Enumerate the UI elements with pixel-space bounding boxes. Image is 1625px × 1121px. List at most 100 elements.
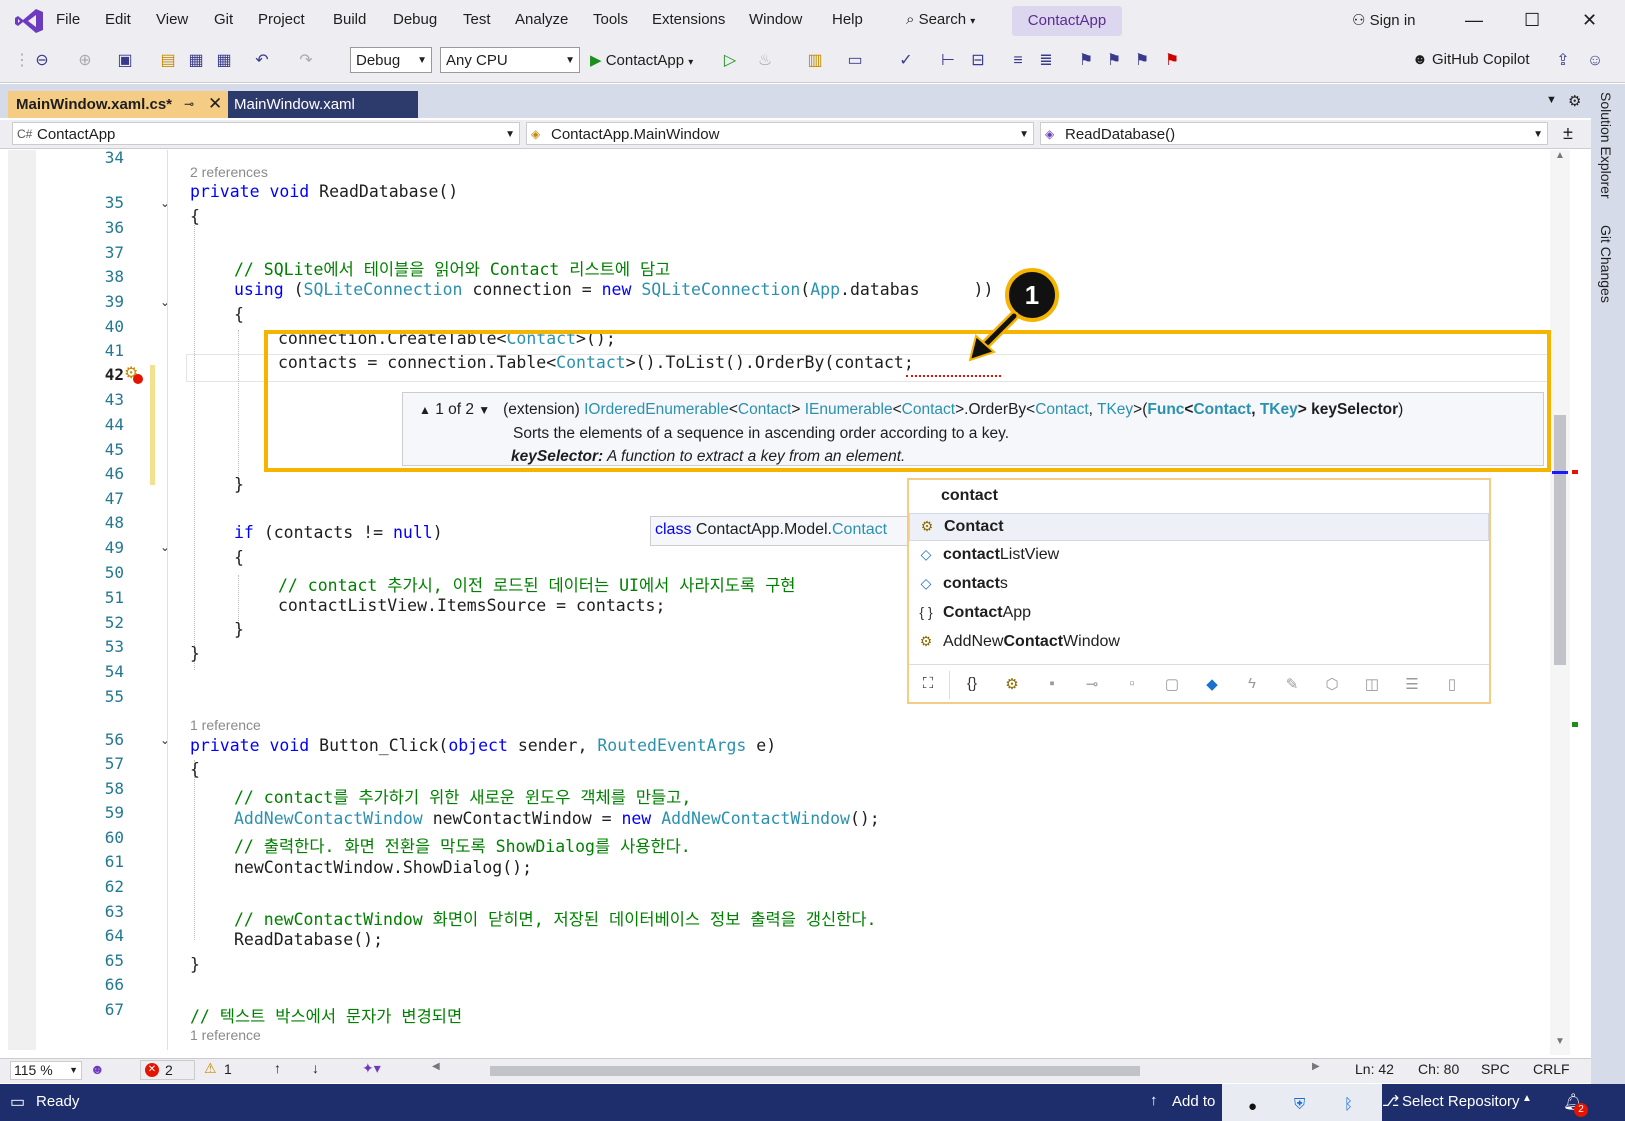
- security-shield-icon[interactable]: ⛨: [1294, 1096, 1305, 1113]
- scroll-down-icon[interactable]: ▼: [1555, 1036, 1565, 1047]
- field-filter-icon[interactable]: ◆: [1201, 675, 1223, 695]
- line-indicator[interactable]: Ln: 42: [1355, 1061, 1394, 1077]
- error-count-button[interactable]: ✕ 2: [140, 1060, 195, 1080]
- next-bookmark-icon[interactable]: ⚑: [1132, 51, 1152, 71]
- menu-window[interactable]: Window: [749, 11, 802, 28]
- maximize-button[interactable]: ☐: [1524, 10, 1540, 31]
- split-window-icon[interactable]: ±: [1563, 123, 1573, 144]
- outline-icon[interactable]: ⊟: [968, 51, 988, 71]
- git-changes-tab[interactable]: Git Changes: [1598, 225, 1614, 303]
- prev-bookmark-icon[interactable]: ⚑: [1104, 51, 1124, 71]
- completion-item[interactable]: ⚙ AddNewContactWindow: [909, 629, 1489, 657]
- bluetooth-icon[interactable]: ᛒ: [1344, 1096, 1353, 1113]
- completion-item[interactable]: ◇ contacts: [909, 571, 1489, 599]
- spell-check-icon[interactable]: ✓: [896, 51, 916, 71]
- warning-count[interactable]: 1: [224, 1061, 232, 1077]
- save-all-icon[interactable]: ▦: [214, 51, 234, 71]
- menu-test[interactable]: Test: [463, 11, 491, 28]
- start-debugging-button[interactable]: ▶ ContactApp ▾: [590, 51, 693, 69]
- code-cleanup-icon[interactable]: ✦▾: [362, 1060, 381, 1077]
- sign-in-button[interactable]: ⚇ Sign in: [1352, 11, 1416, 29]
- extension-filter-icon[interactable]: ◫: [1361, 675, 1383, 695]
- codelens-references[interactable]: 1 reference: [190, 1027, 261, 1043]
- delegate-filter-icon[interactable]: ▢: [1161, 675, 1183, 695]
- menu-debug[interactable]: Debug: [393, 11, 437, 28]
- hot-reload-icon[interactable]: ♨: [755, 51, 775, 71]
- tab-mainwindow-xaml[interactable]: MainWindow.xaml: [228, 91, 418, 118]
- namespace-filter-icon[interactable]: {}: [961, 675, 983, 695]
- platform-select[interactable]: Any CPU ▼: [440, 47, 580, 73]
- horizontal-scrollbar-thumb[interactable]: [490, 1066, 1140, 1076]
- forward-icon[interactable]: ⊕: [75, 51, 95, 71]
- collapse-icon[interactable]: ⌄: [160, 196, 170, 210]
- clear-bookmarks-icon[interactable]: ⚑: [1162, 51, 1182, 71]
- copilot-icon[interactable]: ☻: [90, 1061, 105, 1077]
- next-issue-icon[interactable]: ↓: [312, 1060, 319, 1076]
- search-box[interactable]: ⌕ Search ▾: [906, 11, 975, 28]
- feedback-icon[interactable]: ☺: [1585, 51, 1605, 71]
- completion-item-selected[interactable]: ⚙ Contact: [909, 513, 1489, 541]
- menu-git[interactable]: Git: [214, 11, 233, 28]
- scroll-up-icon[interactable]: ▲: [1555, 150, 1565, 161]
- interface-filter-icon[interactable]: ⊸: [1081, 675, 1103, 695]
- completion-item[interactable]: { } ContactApp: [909, 600, 1489, 628]
- add-to-source-control[interactable]: Add to: [1172, 1093, 1215, 1110]
- collapse-icon[interactable]: ⌄: [160, 540, 170, 554]
- menu-extensions[interactable]: Extensions: [652, 11, 725, 28]
- type-nav-select[interactable]: ◈ ContactApp.MainWindow ▼: [526, 122, 1034, 145]
- scroll-right-icon[interactable]: ▶: [1312, 1061, 1320, 1072]
- indent-mode-indicator[interactable]: SPC: [1481, 1061, 1510, 1077]
- menu-analyze[interactable]: Analyze: [515, 11, 568, 28]
- keyword-filter-icon[interactable]: ☰: [1401, 675, 1423, 695]
- solution-explorer-tab[interactable]: Solution Explorer: [1598, 92, 1614, 199]
- collapse-icon[interactable]: ⌄: [160, 295, 170, 309]
- redo-icon[interactable]: ↷: [296, 51, 316, 71]
- menu-tools[interactable]: Tools: [593, 11, 628, 28]
- collapse-icon[interactable]: ⌄: [160, 733, 170, 747]
- bookmark-icon[interactable]: ⚑: [1076, 51, 1096, 71]
- tab-overflow-icon[interactable]: ▼: [1546, 94, 1557, 106]
- zoom-select[interactable]: 115 % ▼: [10, 1061, 82, 1080]
- codelens-references[interactable]: 2 references: [190, 164, 268, 180]
- class-filter-icon[interactable]: ⚙: [1001, 675, 1023, 695]
- settings-gear-icon[interactable]: ⚙: [1568, 92, 1581, 110]
- codelens-references[interactable]: 1 reference: [190, 717, 261, 733]
- project-nav-select[interactable]: C# ContactApp ▼: [12, 122, 520, 145]
- window-layout-icon[interactable]: ▭: [845, 51, 865, 71]
- member-nav-select[interactable]: ◈ ReadDatabase() ▼: [1040, 122, 1548, 145]
- method-filter-icon[interactable]: ⬡: [1321, 675, 1343, 695]
- github-copilot-button[interactable]: ☻ GitHub Copilot: [1412, 51, 1530, 68]
- comment-icon[interactable]: ≡: [1008, 51, 1028, 71]
- struct-filter-icon[interactable]: ▪: [1041, 675, 1063, 695]
- format-icon[interactable]: ⊢: [938, 51, 958, 71]
- vertical-scrollbar-thumb[interactable]: [1554, 415, 1566, 665]
- solution-explorer-icon[interactable]: ▥: [805, 51, 825, 71]
- undo-icon[interactable]: ↶: [252, 51, 272, 71]
- previous-issue-icon[interactable]: ↑: [274, 1060, 281, 1076]
- start-without-debugging-icon[interactable]: ▷: [720, 51, 740, 71]
- chat-icon[interactable]: ●: [1248, 1098, 1257, 1115]
- close-button[interactable]: ✕: [1582, 10, 1597, 31]
- back-icon[interactable]: ⊖: [32, 51, 52, 71]
- project-name-chip[interactable]: ContactApp: [1012, 6, 1122, 36]
- share-icon[interactable]: ⇪: [1553, 51, 1573, 71]
- new-project-icon[interactable]: ▣: [115, 51, 135, 71]
- expand-filter-icon[interactable]: ⛶: [917, 675, 939, 695]
- snippet-filter-icon[interactable]: ▯: [1441, 675, 1463, 695]
- menu-project[interactable]: Project: [258, 11, 305, 28]
- menu-help[interactable]: Help: [832, 11, 863, 28]
- line-ending-indicator[interactable]: CRLF: [1533, 1061, 1570, 1077]
- property-filter-icon[interactable]: ✎: [1281, 675, 1303, 695]
- completion-item[interactable]: ◇ contactListView: [909, 542, 1489, 570]
- column-indicator[interactable]: Ch: 80: [1418, 1061, 1459, 1077]
- add-to-source-control-icon[interactable]: ↑: [1150, 1092, 1158, 1109]
- configuration-select[interactable]: Debug ▼: [350, 47, 432, 73]
- menu-file[interactable]: File: [56, 11, 80, 28]
- menu-build[interactable]: Build: [333, 11, 366, 28]
- event-filter-icon[interactable]: ϟ: [1241, 675, 1263, 695]
- tab-mainwindow-xaml-cs[interactable]: MainWindow.xaml.cs* ⊸ ✕: [8, 91, 228, 118]
- pin-icon[interactable]: ⊸: [184, 97, 194, 111]
- close-tab-icon[interactable]: ✕: [208, 94, 222, 114]
- select-repository-button[interactable]: Select Repository: [1402, 1093, 1520, 1110]
- save-icon[interactable]: ▦: [186, 51, 206, 71]
